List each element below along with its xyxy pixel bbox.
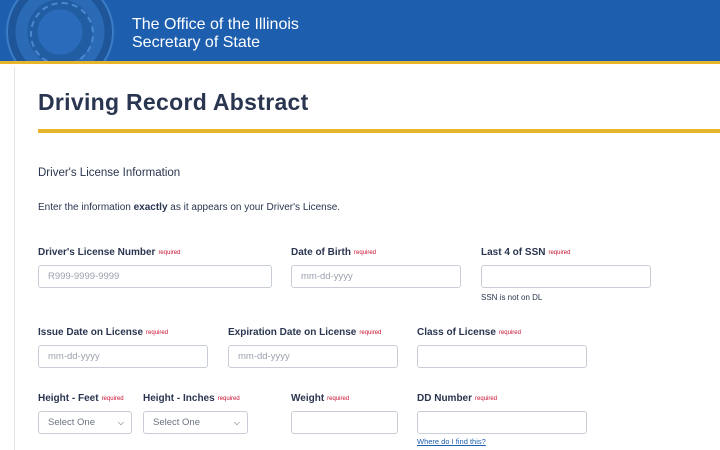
height-inches-field-group: Height - Inches required Select One ⌵ <box>143 393 248 434</box>
dd-number-help-link[interactable]: Where do I find this? <box>417 437 587 446</box>
weight-input[interactable] <box>291 411 398 434</box>
issue-date-label-text: Issue Date on License <box>38 327 144 338</box>
site-header: The Office of the Illinois Secretary of … <box>0 0 720 64</box>
weight-label-text: Weight <box>291 393 325 404</box>
intro-text-end: as it appears on your Driver's License. <box>167 202 341 213</box>
weight-label: Weight required <box>291 393 398 404</box>
height-inches-label: Height - Inches required <box>143 393 248 404</box>
dd-number-field-group: DD Number required Where do I find this? <box>417 393 587 446</box>
height-inches-select[interactable]: Select One ⌵ <box>143 411 248 434</box>
form-page: Driving Record Abstract Driver's License… <box>14 67 720 450</box>
dob-label-text: Date of Birth <box>291 247 351 258</box>
dd-number-input[interactable] <box>417 411 587 434</box>
page-title: Driving Record Abstract <box>38 89 309 115</box>
license-class-label: Class of License required <box>417 327 587 338</box>
license-number-label-text: Driver's License Number <box>38 247 156 258</box>
license-number-input[interactable] <box>38 265 272 288</box>
required-marker: required <box>548 250 571 256</box>
required-marker: required <box>158 250 181 256</box>
height-feet-field-group: Height - Feet required Select One ⌵ <box>38 393 132 434</box>
expiration-date-label: Expiration Date on License required <box>228 327 398 338</box>
ssn4-help-text: SSN is not on DL <box>481 293 543 302</box>
dob-field-group: Date of Birth required <box>291 247 461 288</box>
intro-text-start: Enter the information <box>38 202 134 213</box>
required-marker: required <box>475 396 498 402</box>
expiration-date-input[interactable] <box>228 345 398 368</box>
license-number-field-group: Driver's License Number required <box>38 247 272 288</box>
issue-date-label: Issue Date on License required <box>38 327 208 338</box>
dob-label: Date of Birth required <box>291 247 461 258</box>
required-marker: required <box>498 330 521 336</box>
chevron-down-icon: ⌵ <box>117 417 124 427</box>
title-divider <box>38 129 720 133</box>
height-feet-select[interactable]: Select One ⌵ <box>38 411 132 434</box>
license-class-input[interactable] <box>417 345 587 368</box>
agency-name-line1: The Office of the Illinois <box>132 16 299 33</box>
ssn4-label: Last 4 of SSN required <box>481 247 651 258</box>
section-title: Driver's License Information <box>38 167 181 179</box>
height-feet-selected: Select One <box>48 417 95 428</box>
required-marker: required <box>101 396 124 402</box>
intro-text-emphasis: exactly <box>133 202 168 213</box>
state-seal-icon <box>6 0 114 61</box>
required-marker: required <box>327 396 350 402</box>
license-number-label: Driver's License Number required <box>38 247 272 258</box>
expiration-date-label-text: Expiration Date on License <box>228 327 357 338</box>
dd-number-label: DD Number required <box>417 393 587 404</box>
required-marker: required <box>359 330 382 336</box>
required-marker: required <box>354 250 377 256</box>
issue-date-input[interactable] <box>38 345 208 368</box>
license-class-label-text: Class of License <box>417 327 496 338</box>
agency-name-line2: Secretary of State <box>132 34 261 51</box>
height-feet-label-text: Height - Feet <box>38 393 99 404</box>
height-feet-label: Height - Feet required <box>38 393 132 404</box>
ssn4-field-group: Last 4 of SSN required SSN is not on DL <box>481 247 651 302</box>
height-inches-label-text: Height - Inches <box>143 393 215 404</box>
height-inches-selected: Select One <box>153 417 200 428</box>
weight-field-group: Weight required <box>291 393 398 434</box>
ssn4-label-text: Last 4 of SSN <box>481 247 546 258</box>
expiration-date-field-group: Expiration Date on License required <box>228 327 398 368</box>
required-marker: required <box>146 330 169 336</box>
dd-number-label-text: DD Number <box>417 393 473 404</box>
ssn4-input[interactable] <box>481 265 651 288</box>
dob-input[interactable] <box>291 265 461 288</box>
issue-date-field-group: Issue Date on License required <box>38 327 208 368</box>
intro-text: Enter the information exactly as it appe… <box>38 202 340 213</box>
chevron-down-icon: ⌵ <box>233 417 240 427</box>
required-marker: required <box>217 396 240 402</box>
agency-name[interactable]: The Office of the Illinois Secretary of … <box>132 16 299 52</box>
license-class-field-group: Class of License required <box>417 327 587 368</box>
